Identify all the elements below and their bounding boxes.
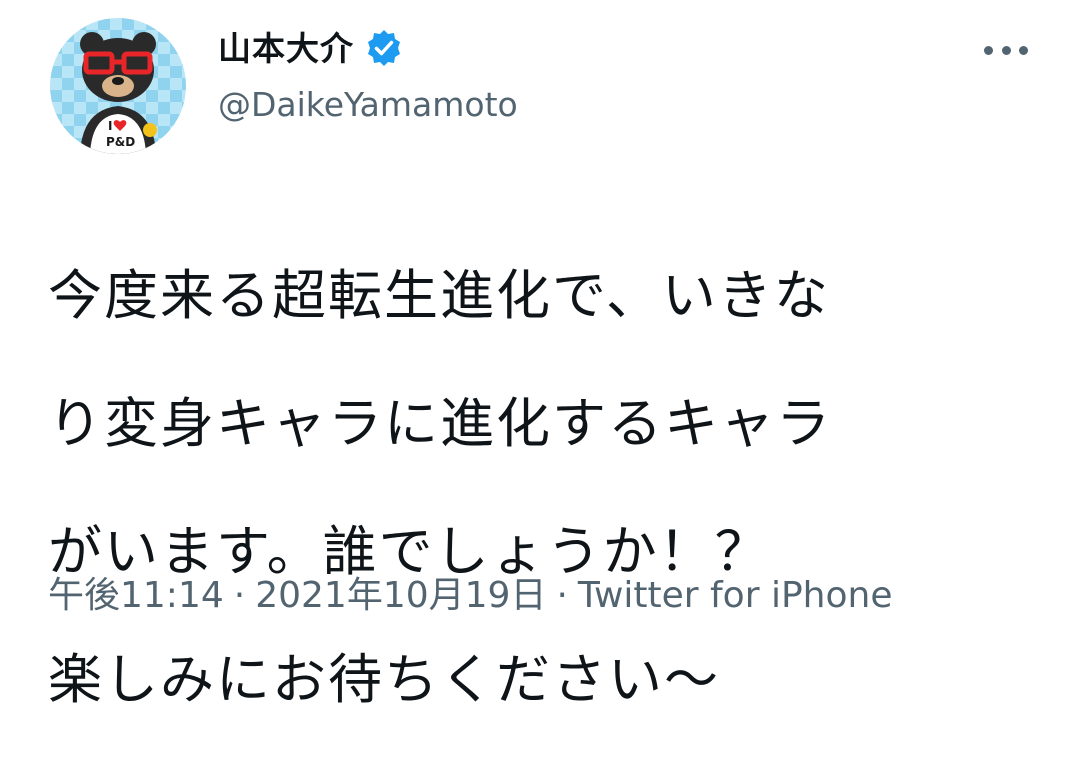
svg-text:I: I — [108, 119, 112, 133]
tweet-line: 楽しみにお待ちください〜 — [48, 648, 720, 711]
display-name[interactable]: 山本大介 — [218, 32, 354, 65]
tweet-date[interactable]: 2021年10月19日 — [255, 578, 546, 614]
meta-separator: · — [556, 575, 568, 616]
verified-badge-icon — [368, 30, 400, 66]
bear-mascot-avatar: I P&D — [80, 32, 157, 154]
tweet-text: 今度来る超転生進化で、いきな り変身キャラに進化するキャラ がいます。誰でしょう… — [48, 200, 1048, 776]
user-name-row: 山本大介 — [218, 28, 404, 68]
tweet-meta: 午後11:14 · 2021年10月19日 · Twitter for iPho… — [48, 578, 892, 614]
tweet-line: 今度来る超転生進化で、いきな — [48, 264, 830, 327]
meta-separator: · — [233, 575, 246, 616]
avatar[interactable]: I P&D — [50, 18, 186, 154]
svg-text:P&D: P&D — [106, 135, 135, 149]
more-dot — [984, 45, 993, 55]
tweet-line: り変身キャラに進化するキャラ — [48, 392, 832, 455]
tweet-time[interactable]: 午後11:14 — [48, 578, 224, 614]
more-dot — [1019, 45, 1028, 55]
more-dot — [1001, 45, 1011, 55]
more-options-icon[interactable] — [984, 40, 1028, 60]
user-handle[interactable]: @DaikeYamamoto — [218, 88, 518, 121]
tweet-source[interactable]: Twitter for iPhone — [578, 578, 893, 614]
